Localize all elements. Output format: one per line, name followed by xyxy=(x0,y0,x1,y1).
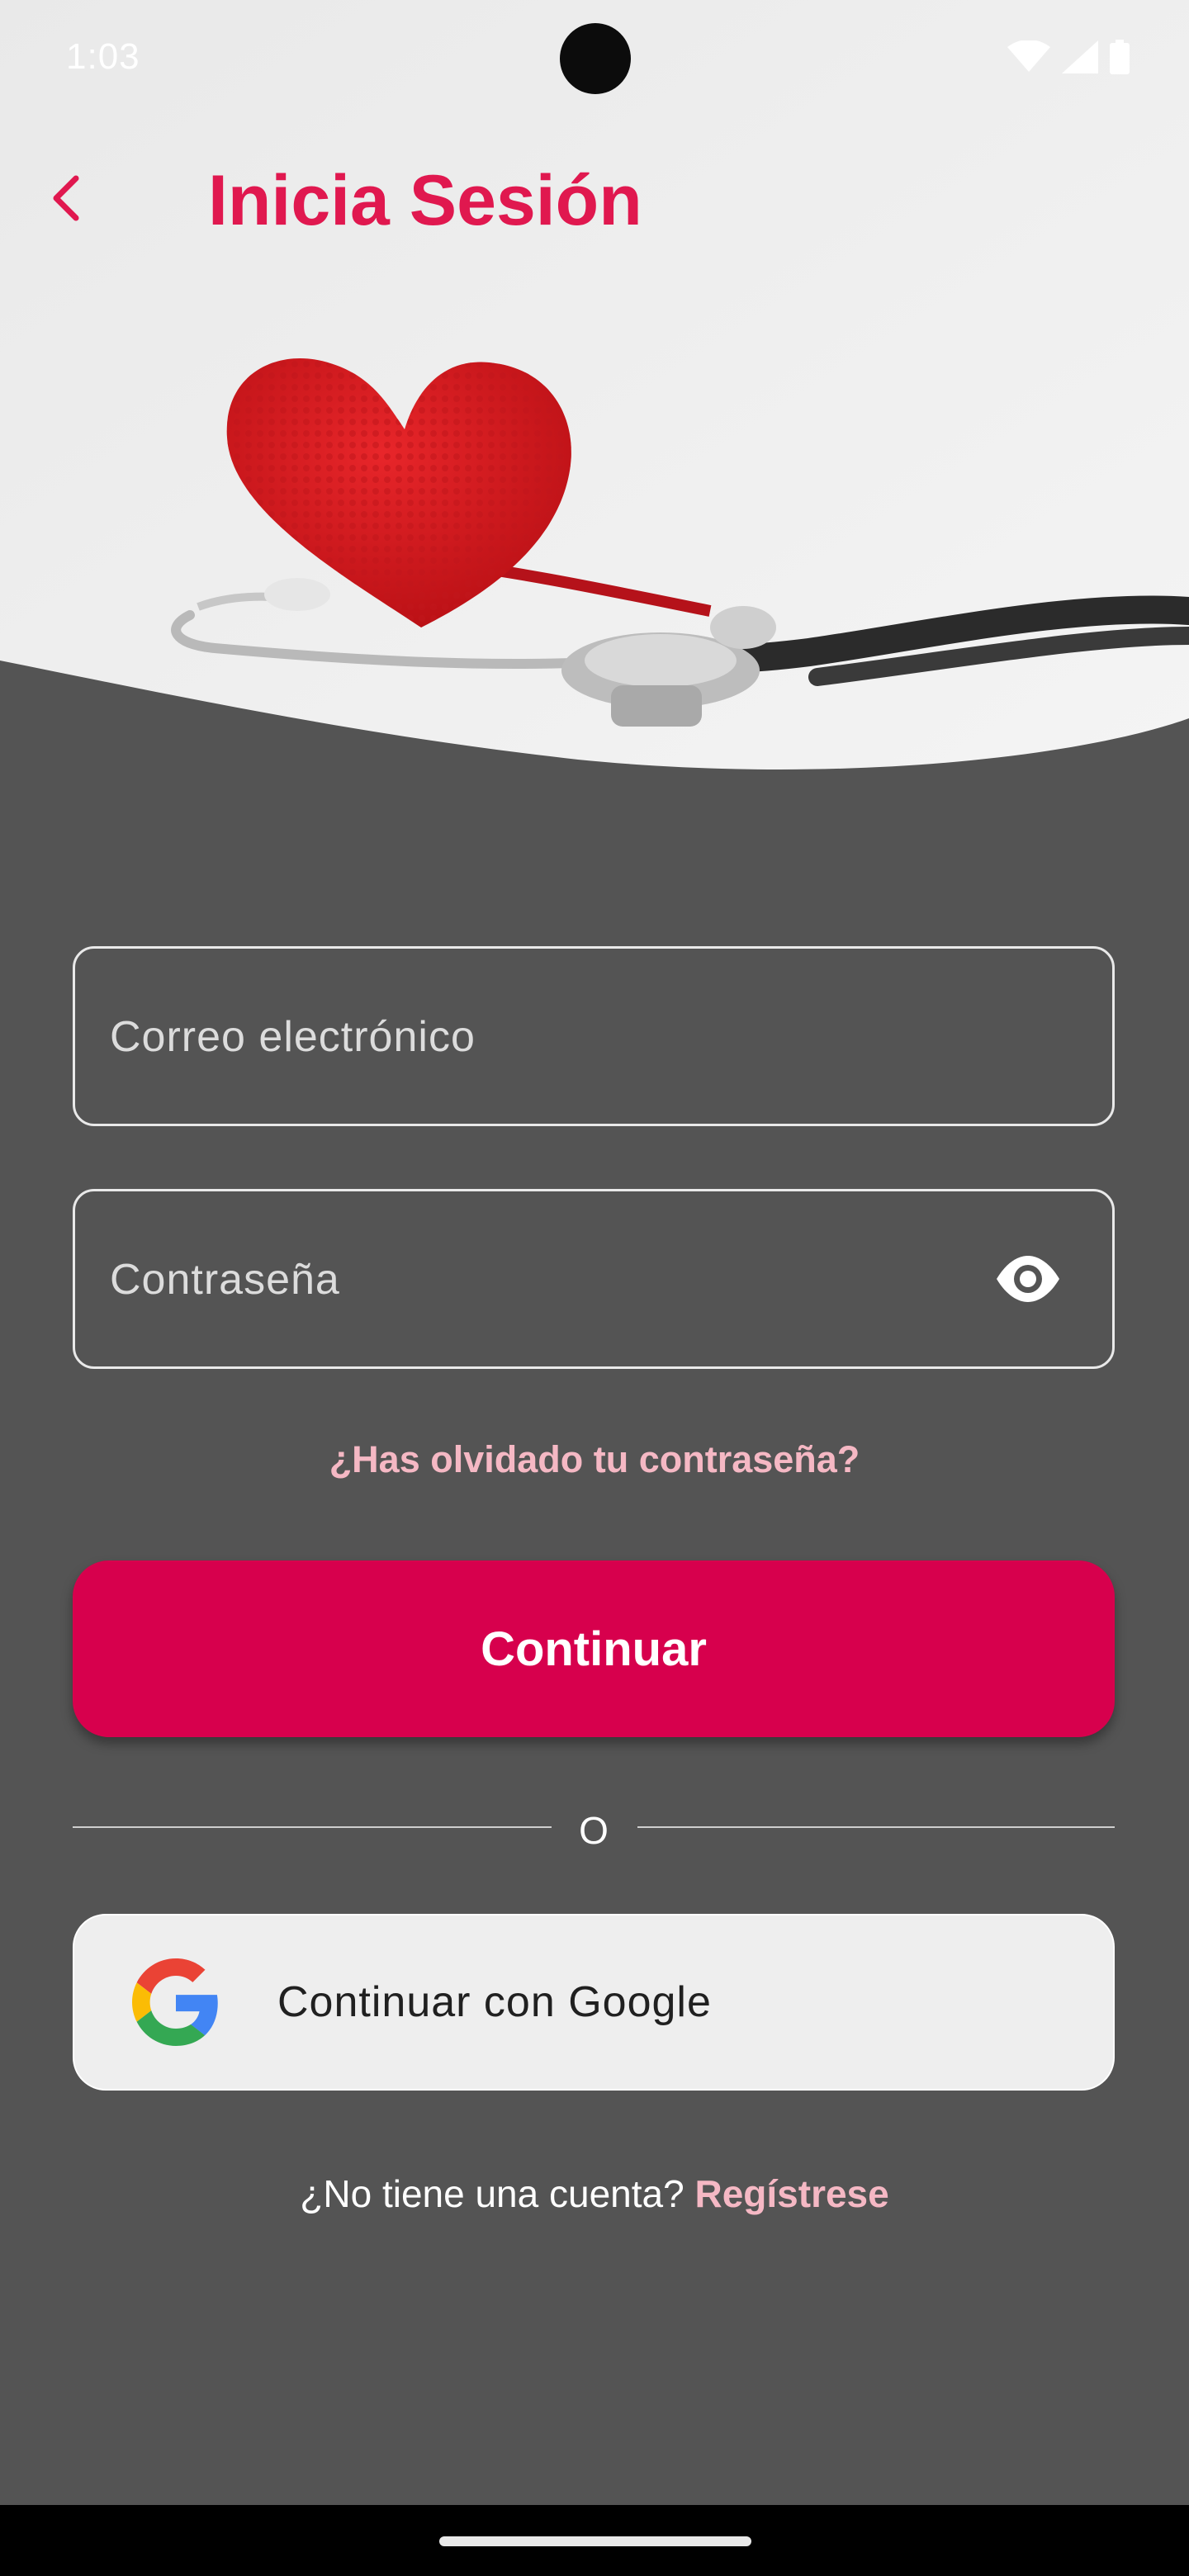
signup-prompt-text: ¿No tiene una cuenta? xyxy=(300,2172,695,2215)
cell-signal-icon xyxy=(1062,40,1098,73)
back-button[interactable] xyxy=(33,165,99,231)
continue-button[interactable]: Continuar xyxy=(73,1560,1115,1737)
wifi-icon xyxy=(1007,40,1050,72)
status-icons xyxy=(1007,40,1130,74)
signup-prompt: ¿No tiene una cuenta? Regístrese xyxy=(0,2171,1189,2216)
password-field[interactable] xyxy=(73,1189,1115,1369)
email-input[interactable] xyxy=(108,949,1003,1125)
register-link[interactable]: Regístrese xyxy=(694,2172,888,2215)
google-logo-icon xyxy=(132,1958,218,2046)
system-nav-bar xyxy=(0,2505,1189,2576)
forgot-password-link[interactable]: ¿Has olvidado tu contraseña? xyxy=(0,1438,1189,1481)
chevron-left-icon xyxy=(53,175,79,221)
battery-icon xyxy=(1110,40,1130,74)
heart-stethoscope-illustration xyxy=(0,0,1189,769)
or-divider: O xyxy=(73,1808,1115,1852)
google-signin-button[interactable]: Continuar con Google xyxy=(73,1914,1115,2091)
page-title: Inicia Sesión xyxy=(208,161,642,240)
status-time: 1:03 xyxy=(66,36,140,77)
front-camera xyxy=(560,23,631,94)
home-indicator[interactable] xyxy=(439,2536,751,2546)
app-header: Inicia Sesión xyxy=(0,132,1189,264)
google-button-label: Continuar con Google xyxy=(277,1978,712,2026)
password-input[interactable] xyxy=(108,1191,1003,1368)
divider-line-right xyxy=(637,1826,1115,1828)
email-field[interactable] xyxy=(73,946,1115,1126)
status-bar: 1:03 xyxy=(0,0,1189,116)
eye-icon[interactable] xyxy=(995,1254,1061,1304)
divider-label: O xyxy=(579,1809,609,1852)
hero-image xyxy=(0,0,1189,776)
